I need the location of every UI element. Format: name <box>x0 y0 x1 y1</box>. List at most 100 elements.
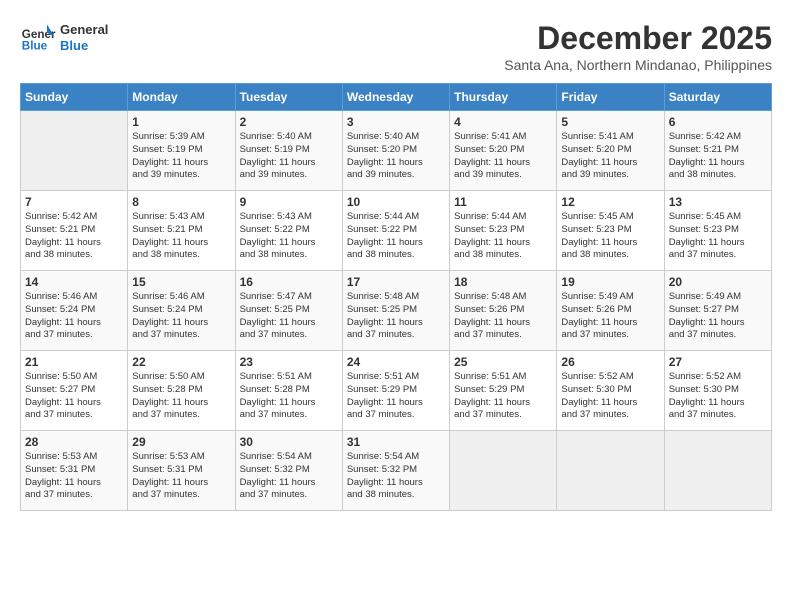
day-header-monday: Monday <box>128 84 235 111</box>
calendar-cell: 24Sunrise: 5:51 AM Sunset: 5:29 PM Dayli… <box>342 351 449 431</box>
day-number: 25 <box>454 355 552 369</box>
calendar-cell: 18 Sunrise: 5:48 AM Sunset: 5:26 PM Dayli… <box>450 271 557 351</box>
calendar-cell: 16Sunrise: 5:47 AM Sunset: 5:25 PM Dayli… <box>235 271 342 351</box>
calendar-cell: 20 Sunrise: 5:49 AM Sunset: 5:27 PM Dayli… <box>664 271 771 351</box>
calendar-header-row: SundayMondayTuesdayWednesdayThursdayFrid… <box>21 84 772 111</box>
calendar-cell <box>450 431 557 511</box>
calendar-cell: 11 Sunrise: 5:44 AM Sunset: 5:23 PM Dayli… <box>450 191 557 271</box>
calendar-cell: 8 Sunrise: 5:43 AM Sunset: 5:21 PM Daylig… <box>128 191 235 271</box>
calendar-cell: 28 Sunrise: 5:53 AM Sunset: 5:31 PM Dayli… <box>21 431 128 511</box>
day-info: Sunrise: 5:41 AM Sunset: 5:20 PM Dayligh… <box>561 131 659 182</box>
day-info: Sunrise: 5:50 AM Sunset: 5:28 PM Dayligh… <box>132 371 230 422</box>
calendar-cell: 6 Sunrise: 5:42 AM Sunset: 5:21 PM Daylig… <box>664 111 771 191</box>
day-number: 7 <box>25 195 123 209</box>
day-number: 23 <box>240 355 338 369</box>
day-number: 27 <box>669 355 767 369</box>
logo-icon: General Blue <box>20 20 56 56</box>
day-header-saturday: Saturday <box>664 84 771 111</box>
day-info: Sunrise: 5:42 AM Sunset: 5:21 PM Dayligh… <box>669 131 767 182</box>
day-info: Sunrise: 5:53 AM Sunset: 5:31 PM Dayligh… <box>132 451 230 502</box>
day-info: Sunrise: 5:40 AM Sunset: 5:20 PM Dayligh… <box>347 131 445 182</box>
day-info: Sunrise: 5:53 AM Sunset: 5:31 PM Dayligh… <box>25 451 123 502</box>
calendar-cell: 30Sunrise: 5:54 AM Sunset: 5:32 PM Dayli… <box>235 431 342 511</box>
calendar-week-row: 1 Sunrise: 5:39 AM Sunset: 5:19 PM Daylig… <box>21 111 772 191</box>
calendar-cell: 10 Sunrise: 5:44 AM Sunset: 5:22 PM Dayli… <box>342 191 449 271</box>
day-number: 15 <box>132 275 230 289</box>
day-info: Sunrise: 5:44 AM Sunset: 5:23 PM Dayligh… <box>454 211 552 262</box>
day-number: 20 <box>669 275 767 289</box>
day-header-thursday: Thursday <box>450 84 557 111</box>
day-number: 10 <box>347 195 445 209</box>
day-number: 6 <box>669 115 767 129</box>
calendar-cell: 2Sunrise: 5:40 AM Sunset: 5:19 PM Daylig… <box>235 111 342 191</box>
day-number: 13 <box>669 195 767 209</box>
month-title: December 2025 <box>504 20 772 57</box>
calendar-cell: 5 Sunrise: 5:41 AM Sunset: 5:20 PM Daylig… <box>557 111 664 191</box>
day-info: Sunrise: 5:39 AM Sunset: 5:19 PM Dayligh… <box>132 131 230 182</box>
calendar-cell <box>557 431 664 511</box>
calendar-body: 1 Sunrise: 5:39 AM Sunset: 5:19 PM Daylig… <box>21 111 772 511</box>
calendar-table: SundayMondayTuesdayWednesdayThursdayFrid… <box>20 83 772 511</box>
day-number: 24 <box>347 355 445 369</box>
day-info: Sunrise: 5:49 AM Sunset: 5:27 PM Dayligh… <box>669 291 767 342</box>
day-info: Sunrise: 5:50 AM Sunset: 5:27 PM Dayligh… <box>25 371 123 422</box>
day-info: Sunrise: 5:47 AM Sunset: 5:25 PM Dayligh… <box>240 291 338 342</box>
calendar-cell: 1 Sunrise: 5:39 AM Sunset: 5:19 PM Daylig… <box>128 111 235 191</box>
day-info: Sunrise: 5:48 AM Sunset: 5:25 PM Dayligh… <box>347 291 445 342</box>
day-number: 28 <box>25 435 123 449</box>
day-number: 9 <box>240 195 338 209</box>
day-number: 8 <box>132 195 230 209</box>
day-number: 21 <box>25 355 123 369</box>
calendar-cell: 26 Sunrise: 5:52 AM Sunset: 5:30 PM Dayli… <box>557 351 664 431</box>
day-number: 1 <box>132 115 230 129</box>
calendar-cell: 3Sunrise: 5:40 AM Sunset: 5:20 PM Daylig… <box>342 111 449 191</box>
calendar-cell: 19Sunrise: 5:49 AM Sunset: 5:26 PM Dayli… <box>557 271 664 351</box>
calendar-cell: 12Sunrise: 5:45 AM Sunset: 5:23 PM Dayli… <box>557 191 664 271</box>
calendar-cell <box>664 431 771 511</box>
day-info: Sunrise: 5:46 AM Sunset: 5:24 PM Dayligh… <box>25 291 123 342</box>
day-number: 26 <box>561 355 659 369</box>
svg-text:Blue: Blue <box>22 40 48 53</box>
day-number: 29 <box>132 435 230 449</box>
day-number: 17 <box>347 275 445 289</box>
day-info: Sunrise: 5:43 AM Sunset: 5:22 PM Dayligh… <box>240 211 338 262</box>
calendar-cell: 27 Sunrise: 5:52 AM Sunset: 5:30 PM Dayli… <box>664 351 771 431</box>
day-header-sunday: Sunday <box>21 84 128 111</box>
day-header-tuesday: Tuesday <box>235 84 342 111</box>
calendar-cell: 29 Sunrise: 5:53 AM Sunset: 5:31 PM Dayli… <box>128 431 235 511</box>
day-number: 31 <box>347 435 445 449</box>
day-info: Sunrise: 5:41 AM Sunset: 5:20 PM Dayligh… <box>454 131 552 182</box>
calendar-week-row: 28 Sunrise: 5:53 AM Sunset: 5:31 PM Dayli… <box>21 431 772 511</box>
day-number: 14 <box>25 275 123 289</box>
day-number: 2 <box>240 115 338 129</box>
day-info: Sunrise: 5:48 AM Sunset: 5:26 PM Dayligh… <box>454 291 552 342</box>
logo-text-blue: Blue <box>60 38 108 54</box>
day-info: Sunrise: 5:52 AM Sunset: 5:30 PM Dayligh… <box>561 371 659 422</box>
day-number: 22 <box>132 355 230 369</box>
day-info: Sunrise: 5:51 AM Sunset: 5:29 PM Dayligh… <box>454 371 552 422</box>
day-info: Sunrise: 5:51 AM Sunset: 5:28 PM Dayligh… <box>240 371 338 422</box>
logo: General Blue General Blue <box>20 20 108 56</box>
title-area: December 2025 Santa Ana, Northern Mindan… <box>504 20 772 73</box>
logo-text-general: General <box>60 22 108 38</box>
day-number: 11 <box>454 195 552 209</box>
calendar-cell: 13Sunrise: 5:45 AM Sunset: 5:23 PM Dayli… <box>664 191 771 271</box>
calendar-cell: 22 Sunrise: 5:50 AM Sunset: 5:28 PM Dayli… <box>128 351 235 431</box>
day-number: 19 <box>561 275 659 289</box>
calendar-cell: 4Sunrise: 5:41 AM Sunset: 5:20 PM Daylig… <box>450 111 557 191</box>
day-number: 5 <box>561 115 659 129</box>
day-info: Sunrise: 5:46 AM Sunset: 5:24 PM Dayligh… <box>132 291 230 342</box>
calendar-week-row: 7 Sunrise: 5:42 AM Sunset: 5:21 PM Daylig… <box>21 191 772 271</box>
day-number: 18 <box>454 275 552 289</box>
calendar-cell: 9 Sunrise: 5:43 AM Sunset: 5:22 PM Daylig… <box>235 191 342 271</box>
calendar-cell: 31 Sunrise: 5:54 AM Sunset: 5:32 PM Dayli… <box>342 431 449 511</box>
day-header-friday: Friday <box>557 84 664 111</box>
day-info: Sunrise: 5:54 AM Sunset: 5:32 PM Dayligh… <box>347 451 445 502</box>
day-header-wednesday: Wednesday <box>342 84 449 111</box>
day-info: Sunrise: 5:52 AM Sunset: 5:30 PM Dayligh… <box>669 371 767 422</box>
day-info: Sunrise: 5:44 AM Sunset: 5:22 PM Dayligh… <box>347 211 445 262</box>
calendar-cell: 14 Sunrise: 5:46 AM Sunset: 5:24 PM Dayli… <box>21 271 128 351</box>
calendar-cell: 15 Sunrise: 5:46 AM Sunset: 5:24 PM Dayli… <box>128 271 235 351</box>
day-info: Sunrise: 5:42 AM Sunset: 5:21 PM Dayligh… <box>25 211 123 262</box>
day-info: Sunrise: 5:43 AM Sunset: 5:21 PM Dayligh… <box>132 211 230 262</box>
